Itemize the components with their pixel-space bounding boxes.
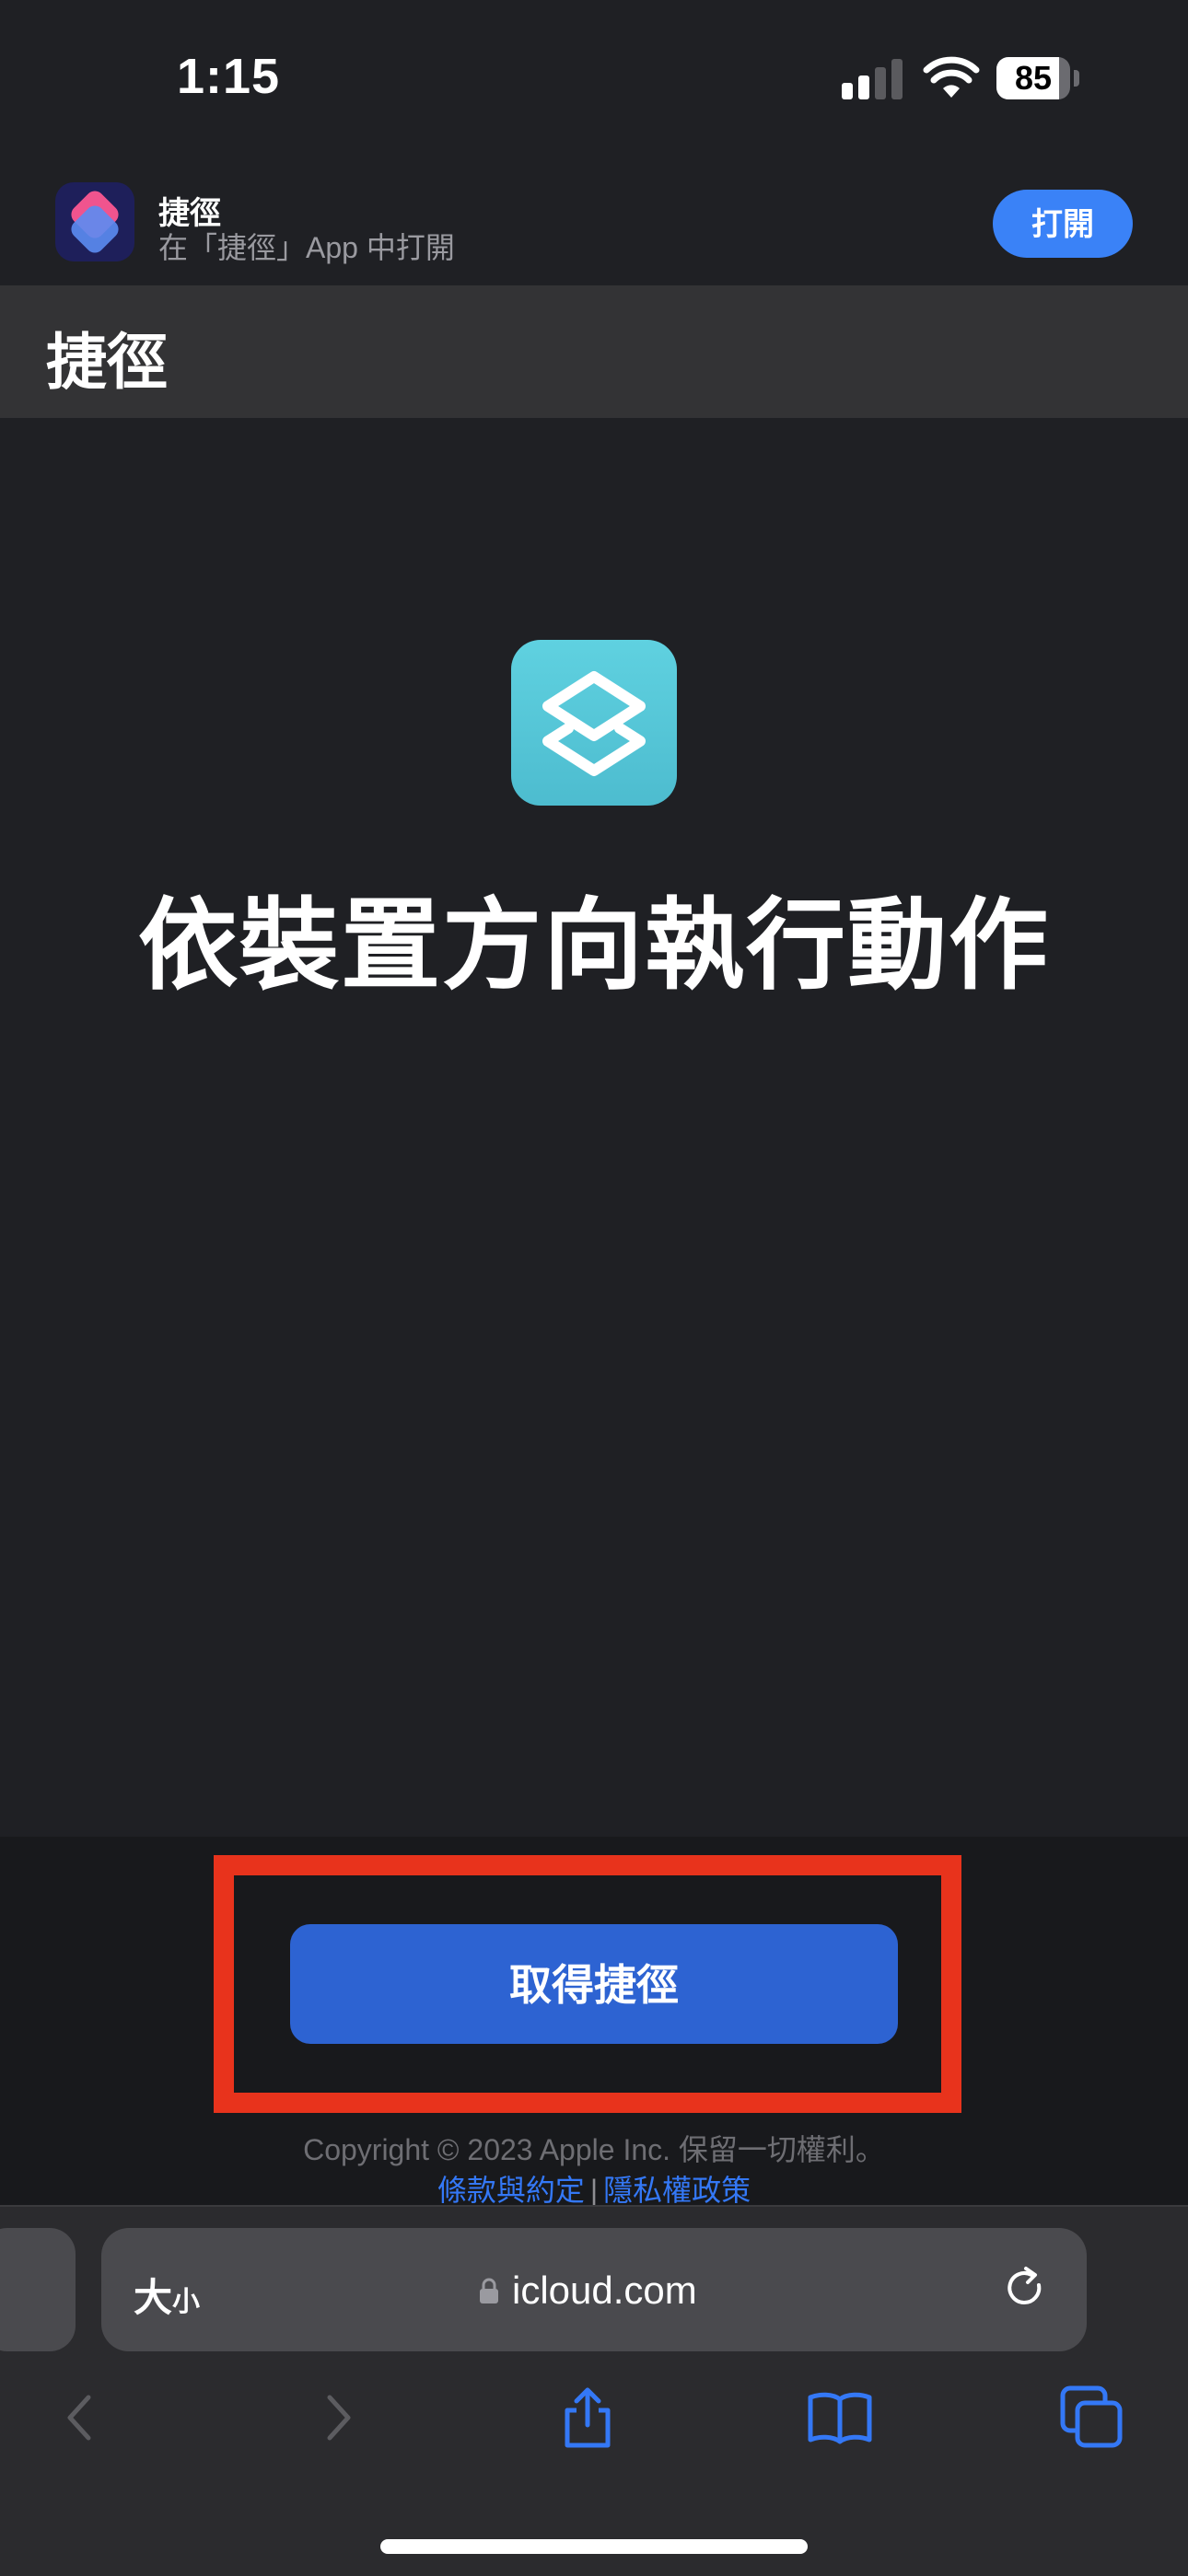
footer-links: 條款與約定 | 隱私權政策 — [0, 2167, 1188, 2210]
link-separator: | — [589, 2174, 599, 2207]
previous-tab-peek[interactable] — [0, 2228, 76, 2351]
battery-level: 85 — [1014, 59, 1053, 97]
text-size-button[interactable]: 大小 — [134, 2267, 200, 2323]
terms-link[interactable]: 條款與約定 — [437, 2174, 585, 2207]
url-display[interactable]: icloud.com — [479, 2265, 697, 2316]
shortcut-title: 依裝置方向執行動作 — [137, 889, 1050, 1001]
lock-icon — [480, 2278, 498, 2303]
banner-subtitle: 在「捷徑」App 中打開 — [158, 231, 455, 264]
reload-icon[interactable] — [1004, 2263, 1050, 2315]
share-icon[interactable] — [554, 2385, 621, 2451]
battery-icon: 85 — [996, 57, 1081, 99]
home-indicator — [380, 2539, 808, 2554]
shortcuts-app-icon — [55, 182, 134, 261]
bookmarks-icon[interactable] — [807, 2385, 873, 2451]
page-title: 捷徑 — [46, 328, 168, 396]
privacy-policy-link[interactable]: 隱私權政策 — [603, 2174, 751, 2207]
status-time: 1:15 — [177, 49, 281, 104]
open-in-app-button[interactable]: 打開 — [993, 190, 1133, 258]
cellular-signal-icon — [842, 59, 903, 99]
forward-icon[interactable] — [304, 2385, 370, 2451]
wifi-icon — [923, 56, 980, 98]
get-shortcut-button[interactable]: 取得捷徑 — [290, 1924, 898, 2044]
copyright-text: Copyright © 2023 Apple Inc. 保留一切權利。 — [303, 2133, 885, 2166]
layers-icon — [511, 640, 677, 806]
back-icon[interactable] — [48, 2385, 114, 2451]
url-text: icloud.com — [512, 2269, 697, 2312]
tabs-icon[interactable] — [1059, 2385, 1125, 2451]
page-header — [0, 285, 1188, 418]
